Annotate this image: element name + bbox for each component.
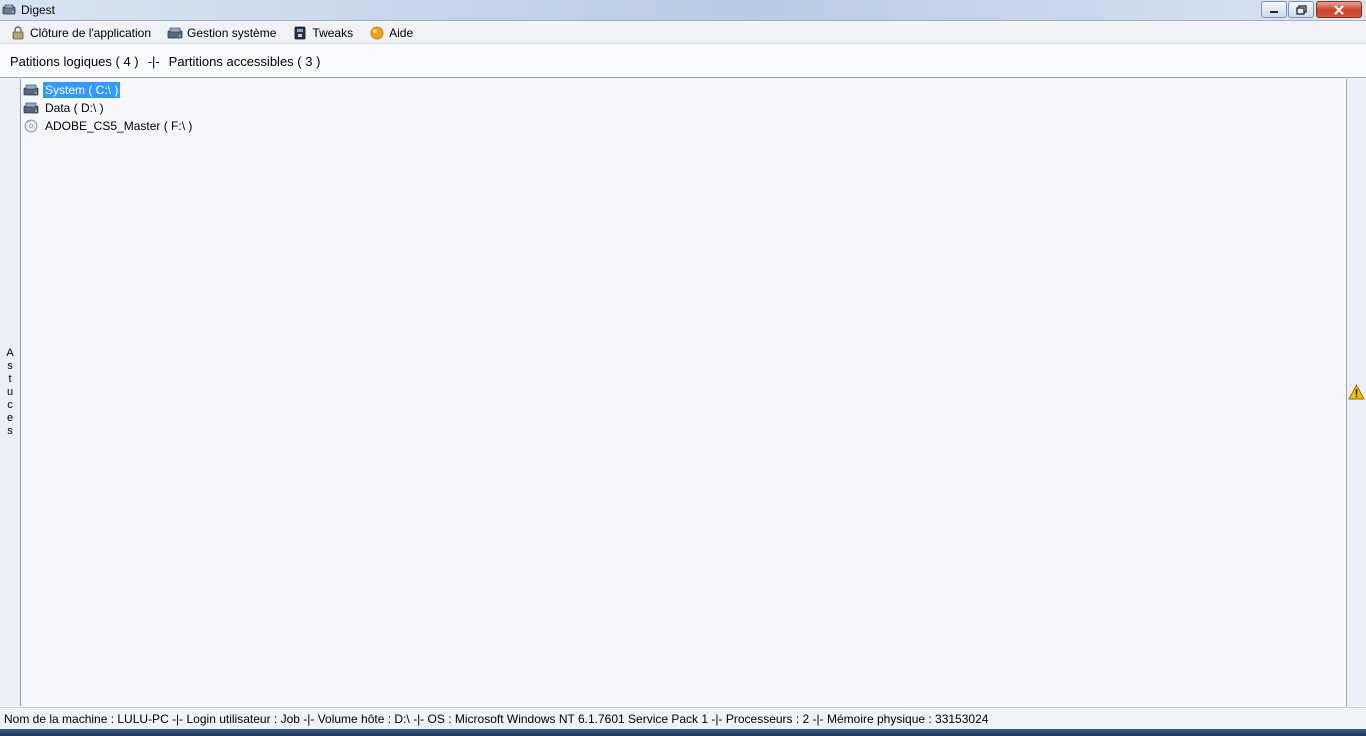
tips-side-tab[interactable]: Astuces bbox=[0, 79, 21, 706]
partition-tree[interactable]: System ( C:\ ) Data ( D:\ ) ADOBE_CS5_Ma… bbox=[22, 79, 1346, 706]
partition-tabs: Patitions logiques ( 4 ) -|- Partitions … bbox=[0, 45, 1366, 78]
menu-item-label: Aide bbox=[389, 25, 414, 40]
tree-item-label: ADOBE_CS5_Master ( F:\ ) bbox=[45, 118, 193, 133]
help-icon bbox=[370, 26, 384, 39]
system-info-text: Nom de la machine : LULU-PC -|- Login ut… bbox=[4, 711, 989, 726]
tree-item-label: System ( C:\ ) bbox=[43, 81, 121, 98]
tree-item-system[interactable]: System ( C:\ ) bbox=[23, 81, 121, 98]
restore-icon bbox=[1295, 4, 1307, 15]
hard-drive-icon bbox=[23, 102, 39, 113]
tab-separator: -|- bbox=[147, 53, 160, 69]
window-title: Digest bbox=[21, 3, 56, 17]
menu-item-close-application[interactable]: Clôture de l'application bbox=[10, 26, 151, 40]
tree-item-adobe-cs5-master[interactable]: ADOBE_CS5_Master ( F:\ ) bbox=[23, 117, 194, 134]
tree-item-label: Data ( D:\ ) bbox=[45, 100, 104, 115]
tweaks-icon bbox=[295, 26, 306, 39]
hard-drive-icon bbox=[2, 4, 16, 15]
hard-drive-icon bbox=[23, 84, 39, 95]
close-icon bbox=[1334, 4, 1344, 15]
tree-item-data[interactable]: Data ( D:\ ) bbox=[23, 99, 106, 116]
minimize-icon bbox=[1270, 10, 1278, 13]
menu-item-tweaks[interactable]: Tweaks bbox=[292, 26, 353, 40]
lock-icon bbox=[12, 25, 24, 39]
minimize-button[interactable] bbox=[1261, 1, 1287, 18]
menu-item-help[interactable]: Aide bbox=[369, 26, 413, 40]
status-bar: Nom de la machine : LULU-PC -|- Login ut… bbox=[0, 707, 1366, 729]
warning-icon[interactable] bbox=[1348, 384, 1365, 400]
title-bar: Digest bbox=[0, 0, 1366, 21]
close-button[interactable] bbox=[1316, 1, 1362, 18]
menu-item-label: Gestion système bbox=[187, 25, 277, 40]
menu-item-label: Clôture de l'application bbox=[30, 25, 152, 40]
drive-icon bbox=[167, 27, 183, 38]
cd-drive-icon bbox=[24, 119, 38, 132]
tab-accessible-partitions[interactable]: Partitions accessibles ( 3 ) bbox=[169, 54, 321, 69]
tips-label: Astuces bbox=[6, 347, 14, 437]
restore-button[interactable] bbox=[1288, 1, 1314, 18]
menu-item-label: Tweaks bbox=[312, 25, 354, 40]
notification-strip bbox=[1346, 79, 1366, 706]
tab-logical-partitions[interactable]: Patitions logiques ( 4 ) bbox=[10, 54, 139, 69]
taskbar-edge bbox=[0, 729, 1366, 736]
menu-item-system-management[interactable]: Gestion système bbox=[167, 26, 276, 40]
menu-bar: Clôture de l'application Gestion système… bbox=[0, 22, 1366, 44]
